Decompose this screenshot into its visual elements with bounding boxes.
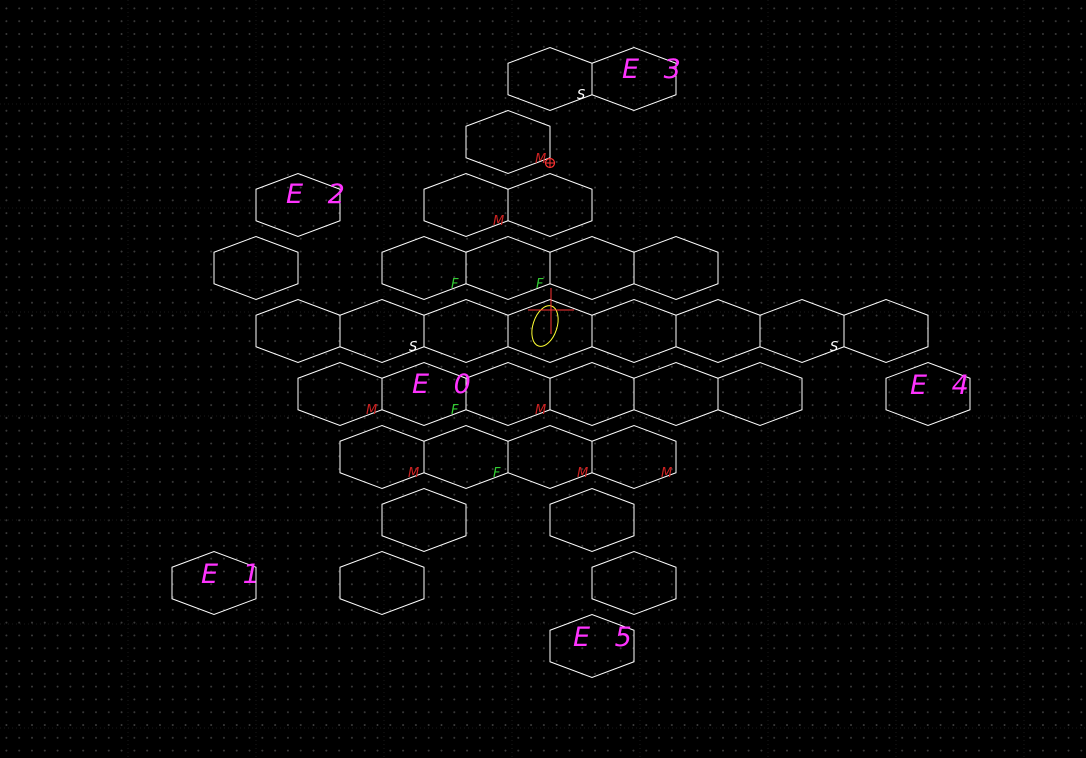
hex-cell[interactable] xyxy=(549,235,635,301)
tag-m[interactable]: M xyxy=(366,403,377,418)
hex-cell[interactable] xyxy=(381,487,467,553)
tag-m[interactable]: M xyxy=(661,466,672,481)
origin-ellipse-icon[interactable] xyxy=(527,302,563,349)
tag-s[interactable]: S xyxy=(830,340,838,355)
target-marker-icon[interactable] xyxy=(544,157,556,169)
hex-cells xyxy=(171,46,971,679)
entrance-label-e0[interactable]: E 0 xyxy=(412,369,479,400)
tag-m[interactable]: M xyxy=(577,466,588,481)
hex-cell[interactable] xyxy=(591,298,677,364)
tag-m[interactable]: M xyxy=(535,152,546,167)
hex-cell[interactable] xyxy=(255,298,341,364)
hex-cell[interactable] xyxy=(549,361,635,427)
entrance-label-e1[interactable]: E 1 xyxy=(201,559,268,590)
tag-f[interactable]: F xyxy=(451,403,459,418)
hex-cell[interactable] xyxy=(675,298,761,364)
entrance-label-e2[interactable]: E 2 xyxy=(286,179,353,210)
entrance-label-e5[interactable]: E 5 xyxy=(573,622,640,653)
tag-s[interactable]: S xyxy=(577,88,585,103)
entrance-label-e3[interactable]: E 3 xyxy=(622,54,689,85)
tag-f[interactable]: F xyxy=(493,466,501,481)
tag-f[interactable]: F xyxy=(451,277,459,292)
hex-cell[interactable] xyxy=(213,235,299,301)
hex-cell[interactable] xyxy=(591,550,677,616)
tag-m[interactable]: M xyxy=(493,214,504,229)
tag-m[interactable]: M xyxy=(535,403,546,418)
crosshair-cursor-icon xyxy=(528,288,574,334)
entrance-labels: E 0 E 1 E 2 E 3 E 4 E 5 xyxy=(201,54,977,653)
entrance-label-e4[interactable]: E 4 xyxy=(910,370,977,401)
hex-cell[interactable] xyxy=(507,172,593,238)
hex-cell[interactable] xyxy=(633,235,719,301)
hex-cell[interactable] xyxy=(549,487,635,553)
cad-canvas[interactable]: E 0 E 1 E 2 E 3 E 4 E 5 S S S F F F F M … xyxy=(0,0,1086,758)
hex-cell[interactable] xyxy=(717,361,803,427)
hex-cell[interactable] xyxy=(843,298,929,364)
hex-cell[interactable] xyxy=(633,361,719,427)
tag-s[interactable]: S xyxy=(409,340,417,355)
hex-cell[interactable] xyxy=(507,298,593,364)
tag-m[interactable]: M xyxy=(408,466,419,481)
hex-cell[interactable] xyxy=(423,298,509,364)
hex-map-drawing[interactable]: E 0 E 1 E 2 E 3 E 4 E 5 S S S F F F F M … xyxy=(0,0,1086,758)
tag-f[interactable]: F xyxy=(536,277,544,292)
hex-cell[interactable] xyxy=(339,550,425,616)
